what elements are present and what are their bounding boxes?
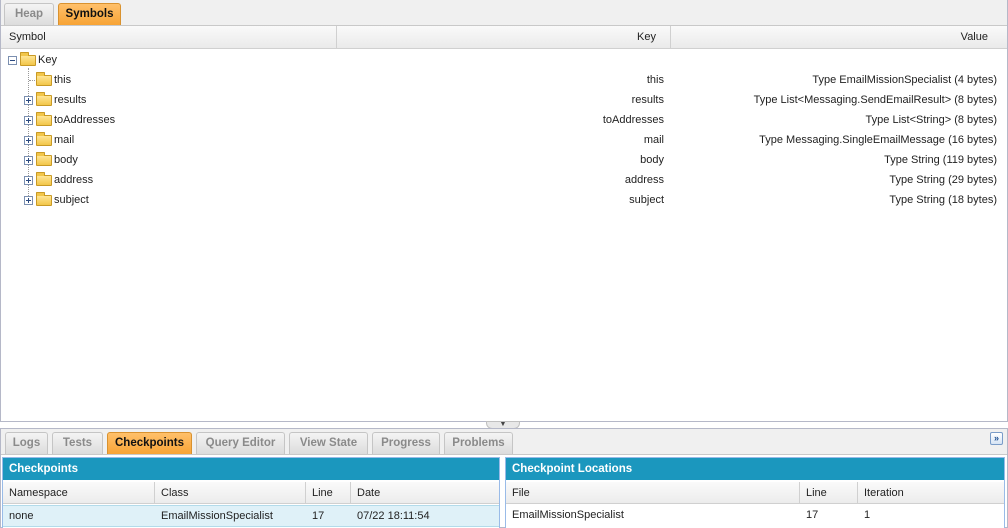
tree-row-subject[interactable]: subject subject Type String (18 bytes) [1, 190, 1007, 210]
column-header-namespace[interactable]: Namespace [3, 482, 155, 504]
tab-view-state[interactable]: View State [289, 432, 368, 454]
collapse-minus-icon[interactable] [8, 56, 17, 65]
checkpoints-panel: Checkpoints Namespace Class Line Date no… [2, 457, 500, 528]
symbols-table-header: Symbol Key Value [1, 26, 1007, 49]
folder-icon [36, 72, 52, 86]
folder-icon [36, 112, 52, 126]
expand-plus-icon[interactable] [24, 196, 33, 205]
checkpoint-date: 07/22 18:11:54 [357, 510, 430, 522]
location-iteration: 1 [864, 509, 871, 521]
symbol-name: results [54, 94, 87, 106]
checkpoint-class: EmailMissionSpecialist [161, 510, 273, 522]
column-header-date[interactable]: Date [351, 482, 501, 504]
checkpoint-location-row[interactable]: EmailMissionSpecialist 17 1 [506, 505, 1004, 527]
tab-progress[interactable]: Progress [372, 432, 440, 454]
symbol-key: subject [629, 194, 664, 206]
symbol-key: address [624, 174, 664, 186]
column-header-iteration[interactable]: Iteration [858, 482, 1004, 504]
tree-row-this[interactable]: this this Type EmailMissionSpecialist (4… [1, 70, 1007, 90]
checkpoint-row[interactable]: none EmailMissionSpecialist 17 07/22 18:… [3, 505, 499, 527]
tab-tests[interactable]: Tests [52, 432, 103, 454]
symbol-name: toAddresses [54, 114, 116, 126]
symbol-value: Type List<Messaging.SendEmailResult> (8 … [753, 94, 997, 106]
top-tab-bar: Heap Symbols [1, 0, 1007, 26]
checkpoints-panel-title: Checkpoints [3, 458, 499, 480]
column-header-symbol[interactable]: Symbol [1, 26, 337, 49]
checkpoint-locations-table-header: File Line Iteration [506, 482, 1004, 504]
symbol-value: Type String (18 bytes) [889, 194, 997, 206]
expand-plus-icon[interactable] [24, 96, 33, 105]
expand-plus-icon[interactable] [24, 136, 33, 145]
folder-icon [36, 152, 52, 166]
expand-plus-icon[interactable] [24, 176, 33, 185]
column-header-key[interactable]: Key [337, 26, 671, 49]
bottom-tab-bar: Logs Tests Checkpoints Query Editor View… [1, 429, 1007, 455]
checkpoint-locations-panel: Checkpoint Locations File Line Iteration… [505, 457, 1005, 528]
checkpoints-table-header: Namespace Class Line Date [3, 482, 499, 504]
symbol-key: body [640, 154, 664, 166]
double-chevron-down-icon[interactable]: » [990, 432, 1003, 445]
symbol-name: this [54, 74, 72, 86]
checkpoint-namespace: none [9, 510, 34, 522]
tab-symbols[interactable]: Symbols [58, 3, 121, 25]
tab-query-editor[interactable]: Query Editor [196, 432, 285, 454]
symbol-name: body [54, 154, 78, 166]
symbol-name: address [54, 174, 94, 186]
symbol-value: Type EmailMissionSpecialist (4 bytes) [812, 74, 997, 86]
checkpoint-locations-panel-title: Checkpoint Locations [506, 458, 1004, 480]
tab-problems[interactable]: Problems [444, 432, 513, 454]
symbol-key: toAddresses [602, 114, 664, 126]
symbol-value: Type List<String> (8 bytes) [865, 114, 997, 126]
expand-plus-icon[interactable] [24, 116, 33, 125]
symbol-key: this [646, 74, 664, 86]
tree-connector [29, 80, 35, 81]
symbol-value: Type String (29 bytes) [889, 174, 997, 186]
tree-row-toaddresses[interactable]: toAddresses toAddresses Type List<String… [1, 110, 1007, 130]
column-header-file[interactable]: File [506, 482, 800, 504]
tree-row-address[interactable]: address address Type String (29 bytes) [1, 170, 1007, 190]
location-file: EmailMissionSpecialist [512, 509, 624, 521]
symbols-pane: Heap Symbols Symbol Key Value Key this t… [0, 0, 1008, 422]
symbol-key: results [631, 94, 664, 106]
folder-icon [36, 172, 52, 186]
tab-logs[interactable]: Logs [5, 432, 48, 454]
folder-icon [36, 192, 52, 206]
symbol-value: Type Messaging.SingleEmailMessage (16 by… [759, 134, 997, 146]
checkpoint-line: 17 [312, 510, 325, 522]
bottom-pane: Logs Tests Checkpoints Query Editor View… [0, 428, 1008, 528]
folder-icon [36, 92, 52, 106]
column-header-line[interactable]: Line [306, 482, 351, 504]
tree-row-body[interactable]: body body Type String (119 bytes) [1, 150, 1007, 170]
tree-row-results[interactable]: results results Type List<Messaging.Send… [1, 90, 1007, 110]
symbol-name: mail [54, 134, 75, 146]
location-line: 17 [806, 509, 819, 521]
symbol-value: Type String (119 bytes) [884, 154, 997, 166]
column-header-class[interactable]: Class [155, 482, 306, 504]
folder-icon [36, 132, 52, 146]
column-header-line[interactable]: Line [800, 482, 858, 504]
tree-root-row[interactable]: Key [1, 50, 1007, 70]
tree-root-label: Key [38, 54, 57, 66]
column-header-value[interactable]: Value [671, 26, 1005, 49]
tree-row-mail[interactable]: mail mail Type Messaging.SingleEmailMess… [1, 130, 1007, 150]
expand-plus-icon[interactable] [24, 156, 33, 165]
symbol-name: subject [54, 194, 89, 206]
folder-icon [20, 52, 36, 66]
symbol-key: mail [643, 134, 664, 146]
tab-heap[interactable]: Heap [4, 3, 54, 25]
tab-checkpoints[interactable]: Checkpoints [107, 432, 192, 454]
